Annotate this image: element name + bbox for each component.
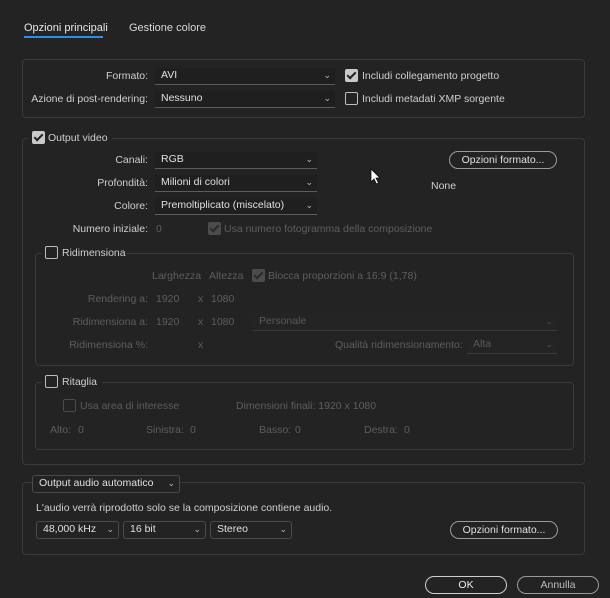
mouse-cursor-icon (370, 168, 381, 185)
chevron-down-icon: ⌄ (305, 200, 313, 210)
percent-x: x (198, 339, 204, 351)
quality-label: Qualità ridimensionamento: (335, 339, 463, 351)
canali-value: RGB (161, 153, 184, 165)
use-frame-number-label: Usa numero fotogramma della composizione (224, 223, 433, 235)
chevron-down-icon: ⌄ (106, 524, 114, 534)
crop-top-value[interactable]: 0 (78, 424, 84, 436)
crop-group (35, 382, 574, 450)
ok-button[interactable]: OK (425, 576, 507, 594)
chevron-down-icon: ⌄ (323, 70, 331, 80)
canali-label: Canali: (115, 154, 148, 166)
post-render-label: Azione di post-rendering: (31, 93, 148, 105)
profondita-select[interactable]: Milioni di colori ⌄ (155, 175, 317, 192)
audio-channels-select[interactable]: Stereo ⌄ (210, 521, 292, 539)
crop-left-value[interactable]: 0 (190, 424, 196, 436)
formato-value: AVI (161, 69, 178, 81)
cancel-button[interactable]: Annulla (517, 576, 599, 594)
crop-top-label: Alto: (50, 424, 72, 436)
crop-checkbox[interactable] (45, 375, 58, 388)
profondita-label: Profondità: (97, 177, 148, 189)
resize-width-input[interactable]: 1920 (156, 316, 179, 328)
codec-none-text: None (431, 180, 457, 192)
numero-iniziale-label: Numero iniziale: (72, 223, 148, 235)
profondita-value: Milioni di colori (161, 176, 230, 188)
crop-title: Ritaglia (62, 376, 98, 388)
chevron-down-icon: ⌄ (279, 524, 287, 534)
chevron-down-icon: ⌄ (167, 478, 175, 488)
width-header: Larghezza (152, 270, 202, 282)
formato-label: Formato: (105, 70, 148, 82)
audio-bits-select[interactable]: 16 bit ⌄ (123, 521, 206, 539)
tab-gestione-colore[interactable]: Gestione colore (129, 22, 206, 34)
video-output-title: Output video (48, 132, 108, 144)
quality-select[interactable]: Alta ⌄ (467, 337, 557, 354)
colore-value: Premoltiplicato (miscelato) (161, 199, 285, 211)
render-height: 1080 (211, 293, 235, 305)
chevron-down-icon: ⌄ (323, 93, 331, 103)
resize-preset-select[interactable]: Personale ⌄ (253, 314, 557, 331)
resize-percent-label: Ridimensiona %: (69, 339, 148, 351)
chevron-down-icon: ⌄ (305, 177, 313, 187)
audio-note: L'audio verrà riprodotto solo se la comp… (36, 502, 333, 514)
audio-rate-select[interactable]: 48,000 kHz ⌄ (36, 521, 119, 539)
audio-rate-value: 48,000 kHz (43, 523, 97, 535)
lock-ratio-label: Blocca proporzioni a 16:9 (1,78) (268, 270, 417, 282)
crop-right-label: Destra: (364, 424, 398, 436)
canali-select[interactable]: RGB ⌄ (155, 152, 317, 169)
resize-preset-value: Personale (259, 315, 307, 327)
include-xmp-label: Includi metadati XMP sorgente (362, 93, 505, 105)
video-output-checkbox[interactable] (32, 131, 45, 144)
chevron-down-icon: ⌄ (545, 339, 553, 349)
audio-channels-value: Stereo (217, 523, 248, 535)
audio-mode-value: Output audio automatico (39, 477, 154, 489)
include-project-link-checkbox[interactable] (345, 69, 358, 82)
formato-select[interactable]: AVI ⌄ (155, 68, 335, 85)
crop-bottom-label: Basso: (259, 424, 292, 436)
resize-x: x (198, 316, 204, 328)
use-frame-number-checkbox[interactable] (208, 222, 221, 235)
post-render-value: Nessuno (161, 92, 203, 104)
include-project-link-label: Includi collegamento progetto (362, 70, 500, 82)
chevron-down-icon: ⌄ (193, 524, 201, 534)
render-at-label: Rendering a: (87, 293, 148, 305)
final-dimensions-text: Dimensioni finali: 1920 x 1080 (236, 400, 377, 412)
crop-right-value[interactable]: 0 (404, 424, 410, 436)
tab-opzioni-principali[interactable]: Opzioni principali (24, 22, 108, 34)
lock-ratio-checkbox[interactable] (252, 269, 265, 282)
chevron-down-icon: ⌄ (545, 316, 553, 326)
colore-label: Colore: (114, 200, 148, 212)
video-format-options-button[interactable]: Opzioni formato... (449, 151, 557, 169)
resize-height-input[interactable]: 1080 (211, 316, 234, 328)
render-width: 1920 (156, 293, 180, 305)
resize-title: Ridimensiona (62, 247, 126, 259)
resize-checkbox[interactable] (45, 246, 58, 259)
numero-iniziale-value[interactable]: 0 (156, 223, 162, 235)
active-tab-indicator (24, 36, 103, 38)
colore-select[interactable]: Premoltiplicato (miscelato) ⌄ (155, 198, 317, 215)
audio-bits-value: 16 bit (130, 523, 156, 535)
audio-format-options-button[interactable]: Opzioni formato... (450, 521, 558, 539)
height-header: Altezza (209, 270, 244, 282)
post-render-select[interactable]: Nessuno ⌄ (155, 91, 335, 108)
use-roi-label: Usa area di interesse (80, 400, 180, 412)
chevron-down-icon: ⌄ (305, 154, 313, 164)
include-xmp-checkbox[interactable] (345, 92, 358, 105)
crop-bottom-value[interactable]: 0 (295, 424, 301, 436)
audio-mode-select[interactable]: Output audio automatico ⌄ (32, 475, 180, 493)
crop-left-label: Sinistra: (146, 424, 184, 436)
render-x: x (198, 293, 204, 305)
quality-value: Alta (473, 338, 492, 350)
use-roi-checkbox[interactable] (63, 399, 76, 412)
resize-to-label: Ridimensiona a: (72, 316, 148, 328)
